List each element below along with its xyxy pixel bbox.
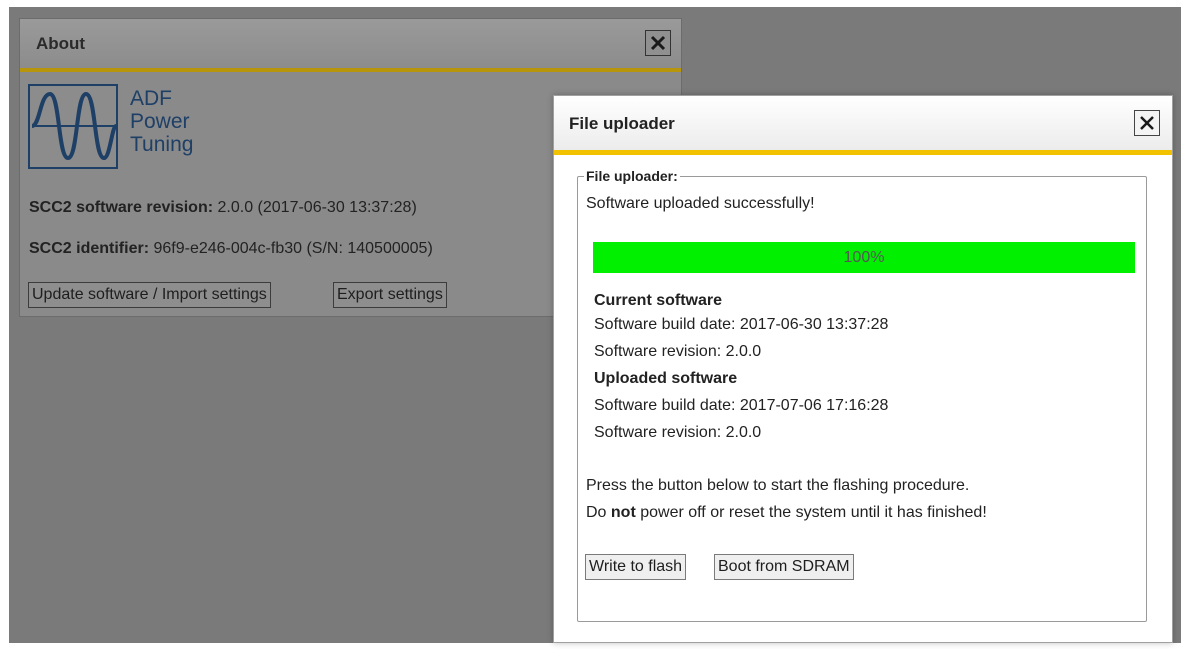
current-build-date: Software build date: 2017-06-30 13:37:28 (594, 316, 889, 333)
software-revision-label: SCC2 software revision: (29, 199, 214, 216)
upload-progress-bar: 100% (593, 242, 1135, 273)
logo-line-1: ADF (130, 87, 172, 110)
identifier-row: SCC2 identifier: 96f9-e246-004c-fb30 (S/… (29, 240, 433, 258)
uploaded-software-heading: Uploaded software (594, 370, 738, 387)
software-revision-value: 2.0.0 (2017-06-30 13:37:28) (217, 199, 417, 216)
uploader-close-button[interactable] (1134, 110, 1160, 136)
current-revision: Software revision: 2.0.0 (594, 343, 762, 360)
write-to-flash-button[interactable]: Write to flash (585, 554, 687, 580)
file-uploader-legend: File uploader: (586, 168, 678, 184)
logo-wordmark: ADF Power Tuning (130, 87, 250, 156)
uploaded-build-date: Software build date: 2017-07-06 17:16:28 (594, 397, 889, 414)
current-software-heading: Current software (594, 292, 723, 309)
logo-line-3: Tuning (130, 133, 194, 156)
about-title: About (36, 34, 86, 53)
file-uploader-dialog: File uploader File uploader: Software up… (553, 95, 1173, 643)
identifier-label: SCC2 identifier: (29, 240, 150, 257)
close-icon (1140, 116, 1154, 130)
upload-status-text: Software uploaded successfully! (586, 195, 815, 212)
flash-instruction: Press the button below to start the flas… (586, 477, 970, 494)
flash-warning: Do not power off or reset the system unt… (586, 504, 987, 521)
software-revision-row: SCC2 software revision: 2.0.0 (2017-06-3… (29, 199, 417, 217)
close-icon (650, 35, 666, 51)
about-close-button[interactable] (645, 30, 671, 56)
export-settings-button[interactable]: Export settings (333, 282, 447, 308)
uploader-title: File uploader (569, 114, 675, 133)
uploaded-revision: Software revision: 2.0.0 (594, 424, 762, 441)
identifier-value: 96f9-e246-004c-fb30 (S/N: 140500005) (153, 240, 433, 257)
progress-percent: 100% (843, 249, 885, 266)
sine-wave-icon (31, 91, 118, 161)
company-logo (28, 84, 118, 169)
uploader-titlebar: File uploader (554, 96, 1172, 155)
logo-line-2: Power (130, 110, 190, 133)
update-software-button[interactable]: Update software / Import settings (28, 282, 271, 308)
boot-from-sdram-button[interactable]: Boot from SDRAM (714, 554, 854, 580)
about-titlebar: About (20, 19, 681, 72)
